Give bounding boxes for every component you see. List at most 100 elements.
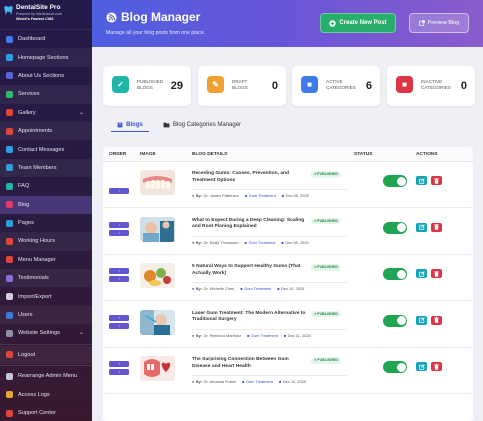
sidebar-item-label: Website Settings <box>18 330 60 337</box>
tab-blog-categories-label: Blog Categories Manager <box>173 122 242 128</box>
stat-label: Published Blogs <box>137 79 164 90</box>
author-name: Dr. Emily Thompson <box>203 239 239 245</box>
edit-button[interactable] <box>416 362 427 371</box>
status-toggle[interactable] <box>383 314 407 327</box>
chevron-down-icon[interactable]: ⌄ <box>79 109 84 116</box>
order-controls: ↑ ↓ <box>109 221 129 238</box>
preview-blog-button[interactable]: Preview Blog <box>409 13 469 33</box>
sidebar-item-testimonials[interactable]: Testimonials <box>0 269 92 288</box>
sidebar-item-blog[interactable]: Blog <box>0 195 92 214</box>
delete-button[interactable] <box>431 222 442 232</box>
user-icon: ● <box>192 332 195 338</box>
create-new-post-button[interactable]: Create New Post <box>320 13 396 33</box>
move-down-button[interactable]: ↓ <box>109 229 129 236</box>
image-icon <box>6 109 13 117</box>
move-down-button[interactable]: ↓ <box>109 322 129 329</box>
edit-button[interactable] <box>416 315 427 325</box>
edit-button[interactable] <box>416 269 427 278</box>
blog-title[interactable]: What to Expect During a Deep Cleaning: S… <box>192 218 307 231</box>
meta-divider <box>192 375 347 376</box>
sidebar-item-rearrange-admin-menu[interactable]: Rearrange Admin Menu <box>0 367 92 385</box>
sidebar-item-homepage-sections[interactable]: Homepage Sections <box>0 48 92 67</box>
sidebar-item-dashboard[interactable]: Dashboard <box>0 30 92 48</box>
sidebar-item-label: Contact Messages <box>18 146 65 153</box>
category-name[interactable]: Gum Treatment <box>251 333 278 338</box>
sidebar-item-faq[interactable]: FAQ <box>0 177 92 195</box>
date-meta: ■ Dec 08, 2025 <box>282 240 309 245</box>
page-title-text: Blog Manager <box>121 10 201 24</box>
sidebar-divider <box>0 343 92 345</box>
key-icon <box>6 391 13 399</box>
move-up-button[interactable]: ↑ <box>109 221 129 228</box>
status-toggle[interactable] <box>383 268 407 280</box>
stat-label: Draft Blogs <box>232 79 248 90</box>
edit-button[interactable] <box>416 222 427 232</box>
folder-icon <box>163 122 170 128</box>
tab-blogs[interactable]: Blogs <box>111 118 149 132</box>
folder-icon: ■ <box>244 193 248 198</box>
status-badge-label: PUBLISHED <box>317 265 338 269</box>
stat-label: Inactive Categories <box>421 79 451 90</box>
status-badge: ● PUBLISHED <box>311 217 341 224</box>
status-toggle[interactable] <box>383 175 407 187</box>
support-icon <box>6 409 13 417</box>
sidebar-item-label: About Us Sections <box>18 72 65 79</box>
move-down-button[interactable]: ↓ <box>109 276 129 282</box>
sidebar-item-website-settings[interactable]: Website Settings ⌄ <box>0 324 92 342</box>
sidebar-item-import-export[interactable]: Import/Export <box>0 287 92 305</box>
pencil-icon: ✎ <box>207 76 224 93</box>
status-toggle[interactable] <box>383 221 407 234</box>
delete-button[interactable] <box>431 269 442 278</box>
blog-title[interactable]: Receding Gums: Causes, Prevention, and T… <box>192 171 307 184</box>
category-name[interactable]: Gum Treatment <box>248 240 275 245</box>
stat-card-active-categories: ■ Active Categories 6 <box>292 66 380 106</box>
blog-title[interactable]: 5 Natural Ways to Support Healthy Gums (… <box>192 264 307 277</box>
tooth-logo-icon <box>4 6 13 15</box>
category-name[interactable]: Gum Treatment <box>244 286 271 291</box>
sidebar-item-label: Dashboard <box>18 36 46 43</box>
sidebar-item-menu-manager[interactable]: Menu Manager <box>0 251 92 269</box>
chevron-down-icon[interactable]: ⌄ <box>79 329 84 336</box>
sidebar-item-label: Appointments <box>18 128 53 135</box>
status-toggle[interactable] <box>383 361 407 373</box>
move-down-button[interactable]: ↓ <box>109 369 129 375</box>
sidebar-item-users[interactable]: Users <box>0 305 92 325</box>
sidebar-item-contact-messages[interactable]: Contact Messages <box>0 140 92 158</box>
delete-button[interactable] <box>431 315 442 325</box>
sidebar-item-support-center[interactable]: Support Center <box>0 404 92 421</box>
sidebar-item-logout[interactable]: Logout <box>0 345 92 365</box>
sidebar-item-services[interactable]: Services <box>0 85 92 104</box>
blog-icon <box>6 201 13 209</box>
sidebar-item-working-hours[interactable]: Working Hours <box>0 232 92 251</box>
move-up-button[interactable]: ↑ <box>109 361 129 367</box>
sidebar-item-label: Homepage Sections <box>18 54 69 61</box>
author-name: Dr. Rebecca Martinez <box>203 332 242 338</box>
trash-icon <box>434 363 439 370</box>
category-name[interactable]: Gum Treatment <box>249 193 276 198</box>
create-new-post-label: Create New Post <box>339 20 387 26</box>
sidebar: DentalSite Pro Powered by Intellectsoft.… <box>0 0 92 421</box>
calendar-icon: ■ <box>278 379 282 384</box>
order-controls: ↓ <box>109 188 129 196</box>
sidebar-item-team-members[interactable]: Team Members <box>0 158 92 178</box>
move-down-button[interactable]: ↓ <box>109 188 129 194</box>
edit-icon <box>418 317 425 323</box>
sidebar-item-appointments[interactable]: Appointments <box>0 121 92 141</box>
question-icon <box>6 182 13 190</box>
page-title: Blog Manager <box>106 10 200 24</box>
blog-title[interactable]: The Surprising Connection Between Gum Di… <box>192 357 307 370</box>
edit-button[interactable] <box>416 176 427 185</box>
sidebar-item-about-us-sections[interactable]: About Us Sections <box>0 67 92 85</box>
sidebar-item-access-logs[interactable]: Access Logs <box>0 385 92 403</box>
move-up-button[interactable]: ↑ <box>109 314 129 321</box>
blog-title[interactable]: Laser Gum Treatment: The Modern Alternat… <box>192 311 307 324</box>
folder-icon: ■ <box>240 286 243 291</box>
delete-button[interactable] <box>431 362 442 371</box>
preview-blog-label: Preview Blog <box>427 20 460 26</box>
sidebar-item-pages[interactable]: Pages <box>0 214 92 232</box>
category-name[interactable]: Gum Treatment <box>246 379 273 384</box>
delete-button[interactable] <box>431 176 442 185</box>
tab-blog-categories[interactable]: Blog Categories Manager <box>163 118 241 132</box>
sidebar-item-gallery[interactable]: Gallery ⌄ <box>0 104 92 122</box>
move-up-button[interactable]: ↑ <box>109 268 129 274</box>
